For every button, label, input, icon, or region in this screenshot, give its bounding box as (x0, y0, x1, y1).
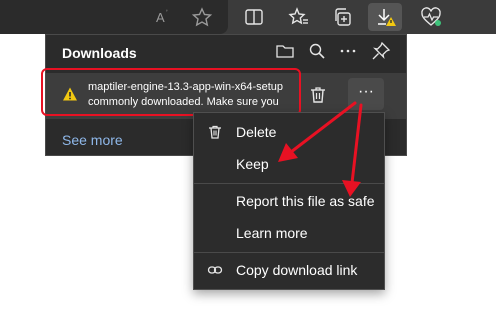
menu-item-report-safe[interactable]: Report this file as safe (194, 188, 384, 214)
trash-icon[interactable] (308, 85, 328, 105)
more-actions-button[interactable]: ··· (348, 78, 384, 110)
read-aloud-icon[interactable]: Aʼ (154, 6, 176, 28)
link-icon (207, 262, 223, 278)
menu-item-label: Learn more (236, 225, 308, 241)
menu-item-keep[interactable]: Keep (194, 151, 384, 177)
favorite-icon[interactable] (191, 6, 213, 28)
highlight-annotation (41, 68, 301, 116)
svg-text:A: A (156, 10, 165, 25)
download-warning-icon[interactable] (374, 6, 396, 28)
menu-divider (194, 183, 384, 184)
browser-toolbar: Aʼ (0, 0, 496, 34)
split-screen-icon[interactable] (243, 6, 265, 28)
menu-item-learn-more[interactable]: Learn more (194, 220, 384, 246)
menu-item-label: Report this file as safe (236, 193, 375, 209)
pin-icon[interactable] (371, 41, 391, 61)
folder-icon[interactable] (275, 41, 295, 61)
menu-item-label: Delete (236, 124, 277, 140)
favorites-icon[interactable] (288, 6, 310, 28)
svg-text:ʼ: ʼ (166, 9, 168, 18)
menu-item-label: Keep (236, 156, 269, 172)
menu-divider (194, 252, 384, 253)
health-icon[interactable] (420, 6, 442, 28)
trash-icon (207, 124, 223, 140)
context-menu: Delete Keep Report this file as safe Lea… (193, 112, 385, 290)
more-icon[interactable] (338, 41, 358, 61)
menu-item-label: Copy download link (236, 262, 358, 278)
menu-item-delete[interactable]: Delete (194, 119, 384, 145)
collections-icon[interactable] (332, 6, 354, 28)
menu-item-copy-link[interactable]: Copy download link (194, 257, 384, 283)
see-more-link[interactable]: See more (62, 132, 123, 148)
panel-title: Downloads (62, 45, 137, 61)
search-icon[interactable] (307, 41, 327, 61)
